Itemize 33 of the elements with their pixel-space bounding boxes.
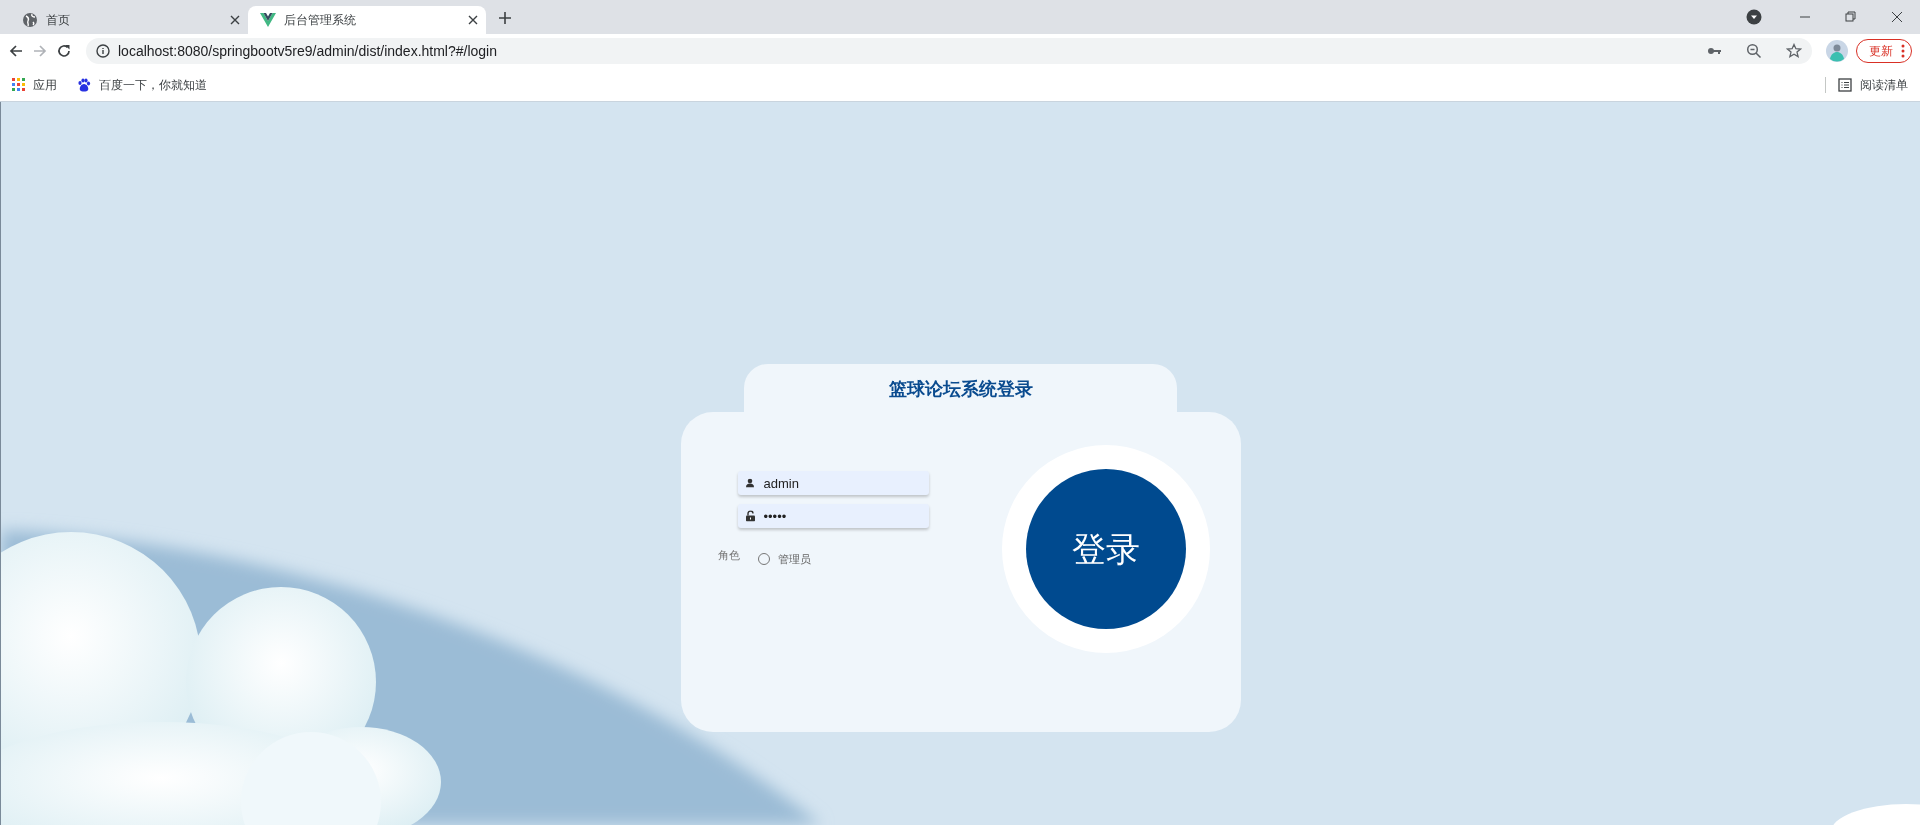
close-icon[interactable] [1889, 9, 1905, 25]
restore-icon[interactable] [1843, 9, 1859, 25]
user-icon [745, 478, 754, 488]
lock-icon [745, 510, 755, 522]
input-field[interactable]: ••••• [737, 504, 929, 528]
bookmark-link[interactable]: 百度一下，你就知道 [77, 75, 207, 94]
close-icon[interactable] [230, 15, 240, 25]
star-icon[interactable] [1786, 43, 1802, 59]
browser-tab[interactable]: 首页 [10, 6, 248, 34]
login-title: 篮球论坛系统登录 [744, 364, 1177, 414]
login-button[interactable]: 登录 [1025, 469, 1186, 629]
address-bar[interactable]: localhost:8080/springbootv5re9/admin/dist/index.html?#/login [86, 38, 1812, 64]
reload-icon[interactable] [56, 43, 72, 59]
reading-list-button[interactable]: 阅读清单 [1838, 75, 1908, 94]
radio-option[interactable]: 管理员 [757, 551, 811, 568]
new-tab-icon[interactable] [498, 11, 512, 25]
close-icon[interactable] [468, 15, 478, 25]
update-button[interactable]: 更新 [1856, 39, 1912, 63]
field-label: 角色 [717, 548, 740, 563]
browser-tab[interactable]: 后台管理系统 [248, 6, 486, 34]
dropdown-icon[interactable] [1746, 9, 1762, 25]
list-icon [1838, 77, 1852, 92]
info-icon [96, 44, 110, 58]
zoom-out-icon[interactable] [1746, 43, 1762, 59]
apps-grid-icon [12, 78, 25, 91]
paw-icon [77, 77, 91, 92]
more-icon[interactable] [1901, 44, 1905, 58]
back-icon[interactable] [8, 43, 24, 59]
bookmark-link[interactable]: 应用 [12, 75, 57, 94]
v-logo-icon [260, 12, 276, 28]
globe-icon [22, 12, 38, 28]
avatar-icon[interactable] [1826, 40, 1848, 62]
input-field[interactable]: admin [737, 471, 929, 495]
